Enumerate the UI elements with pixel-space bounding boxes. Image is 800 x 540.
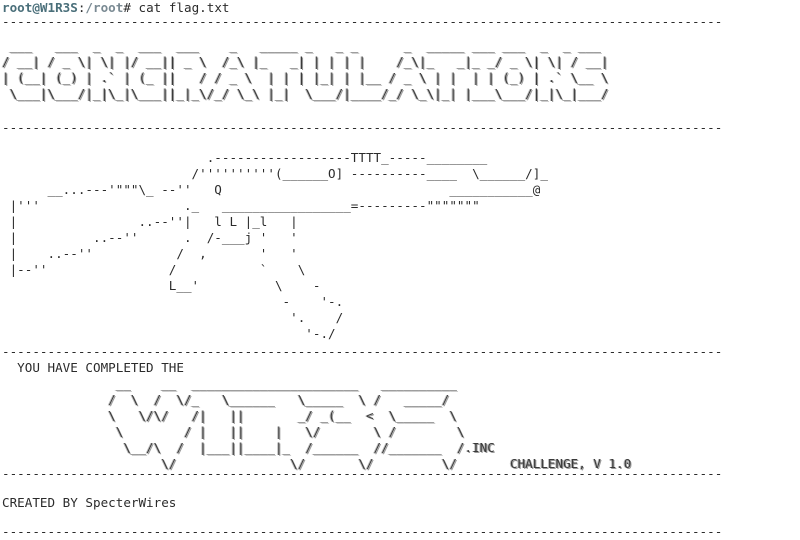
rifle-art-line: | ..--'' / , ' ' xyxy=(2,246,298,261)
wires-art-line: \ / | || | \/ \ / \ xyxy=(2,424,465,439)
rifle-art-line: |''' ._ _________________=---------"""""… xyxy=(2,198,480,213)
divider-line: ----------------------------------------… xyxy=(2,14,723,29)
command-text: cat flag.txt xyxy=(138,0,230,15)
rifle-art-line: | ..--'' . /-___j ' ' xyxy=(2,230,298,245)
credits-text: CREATED BY SpecterWires xyxy=(2,495,177,510)
wires-art-line: __ __ ______________________ __________ xyxy=(2,376,457,391)
divider-line: ----------------------------------------… xyxy=(2,120,723,135)
wires-art-line: / \ / \/_ \______ \_____ \ / _____/ xyxy=(2,392,450,407)
divider-line: ----------------------------------------… xyxy=(2,344,723,359)
rifle-art-line: '-./ xyxy=(2,326,336,341)
divider-line: ----------------------------------------… xyxy=(2,466,723,481)
completed-text: YOU HAVE COMPLETED THE xyxy=(2,360,184,375)
congrats-art-line: \___|\___/|_|\_|\___||_|_\/_/ \_\ |_| \_… xyxy=(2,86,609,101)
prompt-path: /root xyxy=(85,0,124,15)
wires-art-line: \ \/\/ /| || _/ _(__ < \_____ \ xyxy=(2,408,457,423)
rifle-art-line: '. / xyxy=(2,310,344,325)
prompt-user-host: root@W1R3S xyxy=(2,0,78,15)
prompt-symbol: # xyxy=(123,0,139,15)
terminal-window[interactable]: root@W1R3S:/root# cat flag.txt ---------… xyxy=(0,0,800,540)
rifle-art-line: | ..--''| l L |_l | xyxy=(2,214,298,229)
rifle-art-line: - '-. xyxy=(2,294,344,309)
congrats-art-line: ___ ___ _ _ ___ ___ _ _____ _ _ _ _ ____… xyxy=(2,38,609,53)
rifle-art-line: |--'' / ` \ xyxy=(2,262,306,277)
rifle-art-line: L__' \ - xyxy=(2,278,321,293)
rifle-art-line: /''''''''''(______O] ----------____ \___… xyxy=(2,166,548,181)
congrats-art-line: | (__| (_) | .` | (_ || / / _ \ | | | |_… xyxy=(2,70,609,85)
rifle-art-line: __...---'"""\_ --'' Q ___________@ xyxy=(2,182,541,197)
divider-line: ----------------------------------------… xyxy=(2,524,723,539)
wires-art-line: \__/\ / |___||____|_ /______ //_______ /… xyxy=(2,440,495,455)
congrats-art-line: / __| / _ \| \| |/ __|| _ \ /_\ |_ _| | … xyxy=(2,54,609,69)
rifle-art-line: .------------------TTTT_-----________ xyxy=(2,150,488,165)
